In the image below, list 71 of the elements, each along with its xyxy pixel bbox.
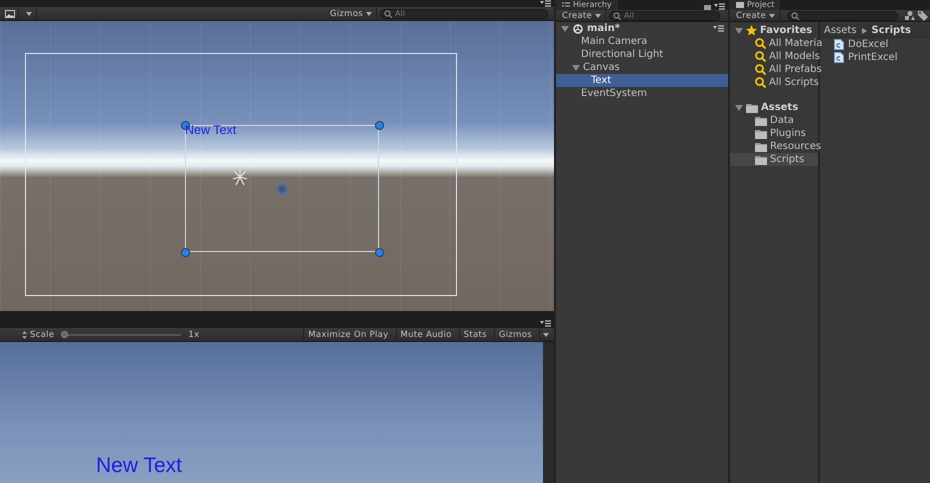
expanded-triangle-icon[interactable] xyxy=(561,24,569,32)
menu-icon[interactable] xyxy=(713,25,724,32)
toggle-button[interactable]: Mute Audio xyxy=(396,328,456,341)
pivot-handle[interactable] xyxy=(277,184,287,194)
star-icon xyxy=(746,25,757,36)
search-icon xyxy=(755,77,766,88)
caret-icon xyxy=(26,12,32,16)
toggle-button[interactable]: Maximize On Play xyxy=(303,328,393,341)
hierarchy-item[interactable]: Canvas xyxy=(556,61,728,74)
toggle-button[interactable]: Stats xyxy=(458,328,491,341)
stepper-icon[interactable] xyxy=(22,330,27,338)
draw-mode-button[interactable] xyxy=(2,7,19,20)
separator-arrow-icon xyxy=(862,28,867,34)
list-icon xyxy=(562,2,570,8)
folder-item[interactable]: Resources xyxy=(730,140,818,153)
folder-item[interactable]: Data xyxy=(730,114,818,127)
resize-handle[interactable] xyxy=(375,248,384,257)
favorite-item[interactable]: All Scripts xyxy=(730,76,818,89)
favorite-item[interactable]: All Models xyxy=(730,50,818,63)
search-icon xyxy=(755,38,766,49)
caret-icon xyxy=(595,14,602,18)
scale-reading: 1x xyxy=(188,330,200,340)
search-icon xyxy=(791,12,800,20)
search-icon xyxy=(755,64,766,75)
hierarchy-item[interactable]: Main Camera xyxy=(556,35,728,48)
script-file-icon xyxy=(834,52,844,63)
dropdown-button[interactable] xyxy=(539,328,552,341)
expanded-triangle-icon[interactable] xyxy=(735,104,743,112)
search-icon xyxy=(384,10,393,18)
hierarchy-item[interactable]: Text xyxy=(556,74,728,87)
hierarchy-item[interactable]: Directional Light xyxy=(556,48,728,61)
scale-label: Scale xyxy=(30,330,54,340)
hierarchy-item[interactable]: EventSystem xyxy=(556,87,728,100)
assets-header[interactable]: Assets xyxy=(730,101,818,114)
script-file[interactable]: PrintExcel xyxy=(820,51,930,64)
ui-text: New Text xyxy=(96,454,182,478)
script-file-icon xyxy=(834,39,844,50)
create-dropdown[interactable]: Create xyxy=(558,9,606,22)
project-tab[interactable]: Project xyxy=(730,0,780,10)
caret-icon xyxy=(769,14,776,18)
expanded-triangle-icon[interactable] xyxy=(735,26,743,34)
toggle-button[interactable]: Gizmos xyxy=(494,328,536,341)
menu-icon[interactable] xyxy=(540,320,551,327)
resize-handle[interactable] xyxy=(181,248,190,257)
shapes-icon[interactable] xyxy=(905,11,915,20)
image-icon xyxy=(5,10,15,18)
caret-icon xyxy=(366,12,372,16)
favorites-header[interactable]: Favorites xyxy=(730,24,818,37)
breadcrumb-link[interactable]: Assets xyxy=(824,25,857,36)
script-file[interactable]: DoExcel xyxy=(820,38,930,51)
ui-text: New Text xyxy=(185,123,236,137)
gizmos-dropdown[interactable]: Gizmos xyxy=(326,7,377,20)
hierarchy-tab[interactable]: Hierarchy xyxy=(556,0,618,10)
search-icon xyxy=(613,12,622,20)
expanded-triangle-icon[interactable] xyxy=(572,64,580,72)
resize-handle[interactable] xyxy=(375,121,384,130)
search-field[interactable]: All xyxy=(609,10,720,20)
folder-item[interactable]: Plugins xyxy=(730,127,818,140)
folder-item[interactable]: Scripts xyxy=(730,153,818,166)
menu-icon[interactable] xyxy=(714,3,725,10)
search-field[interactable] xyxy=(787,10,898,20)
breadcrumb-link[interactable]: Scripts xyxy=(872,25,911,36)
caret-icon xyxy=(543,332,549,336)
search-icon xyxy=(755,51,766,62)
search-field[interactable]: All xyxy=(380,8,548,18)
scrollbar[interactable] xyxy=(543,342,554,483)
menu-icon[interactable] xyxy=(540,0,551,7)
light-gizmo-icon xyxy=(230,167,250,187)
scene-header[interactable]: main* xyxy=(556,22,728,35)
create-dropdown[interactable]: Create xyxy=(732,9,780,22)
tag-icon[interactable] xyxy=(918,10,928,20)
